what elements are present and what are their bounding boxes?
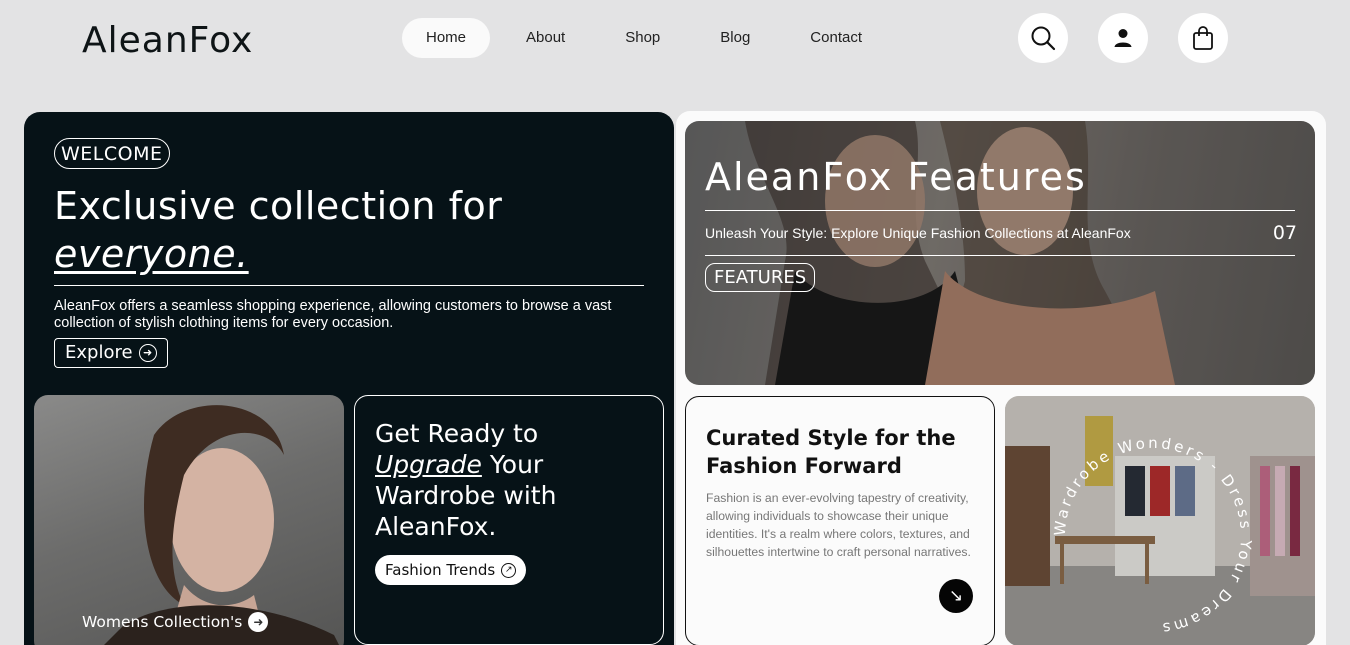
upgrade-line4: AleanFox.	[375, 512, 497, 541]
hero-title: Exclusive collection for everyone.	[54, 182, 502, 278]
upgrade-wardrobe-card: Get Ready to Upgrade Your Wardrobe with …	[354, 395, 664, 645]
brand-logo[interactable]: AleanFox	[82, 20, 253, 61]
cart-button[interactable]	[1178, 13, 1228, 63]
features-divider-bottom	[705, 255, 1295, 256]
search-icon	[1031, 26, 1056, 51]
explore-button[interactable]: Explore ➜	[54, 338, 168, 368]
curated-style-card: Curated Style for the Fashion Forward Fa…	[685, 396, 995, 645]
upgrade-line3: Wardrobe with	[375, 481, 557, 510]
user-icon	[1114, 29, 1132, 47]
arrow-right-icon[interactable]: ➜	[248, 612, 269, 632]
shopping-bag-icon	[1193, 26, 1213, 50]
woman-portrait-image	[104, 405, 339, 645]
upgrade-highlight: Upgrade	[375, 450, 482, 479]
hero-title-line1: Exclusive collection for	[54, 184, 503, 228]
upgrade-line1: Get Ready to	[375, 419, 539, 448]
store-interior-card[interactable]: Wardrobe Wonders - Dress Your Dreams	[1005, 396, 1315, 645]
arrow-down-right-icon[interactable]: ↘	[939, 579, 973, 613]
womens-collection-label-row: Womens Collection's ➜	[82, 612, 269, 632]
nav-blog[interactable]: Blog	[696, 18, 774, 58]
hero-title-highlight: everyone.	[54, 232, 249, 276]
curated-description: Fashion is an ever-evolving tapestry of …	[706, 491, 971, 559]
features-title: AleanFox Features	[705, 155, 1087, 199]
womens-collection-card[interactable]: Womens Collection's ➜	[34, 395, 344, 645]
explore-label: Explore	[65, 342, 133, 363]
arrow-up-right-icon: ↗	[501, 562, 517, 578]
hero-description: AleanFox offers a seamless shopping expe…	[54, 298, 612, 331]
hero-divider	[54, 285, 644, 286]
right-panel: AleanFox Features Unleash Your Style: Ex…	[676, 111, 1326, 645]
circular-text-badge: Wardrobe Wonders - Dress Your Dreams	[1051, 434, 1255, 638]
features-subtitle: Unleash Your Style: Explore Unique Fashi…	[705, 225, 1131, 241]
fashion-trends-label: Fashion Trends	[385, 561, 496, 579]
account-button[interactable]	[1098, 13, 1148, 63]
womens-collection-label: Womens Collection's	[82, 613, 243, 631]
circular-text: Wardrobe Wonders - Dress Your Dreams	[1051, 434, 1252, 638]
features-banner[interactable]: AleanFox Features Unleash Your Style: Ex…	[685, 121, 1315, 385]
features-divider-top	[705, 210, 1295, 211]
svg-text:Wardrobe Wonders - Dress Your: Wardrobe Wonders - Dress Your Dreams	[1051, 434, 1255, 638]
hero-panel: WELCOME Exclusive collection for everyon…	[24, 112, 674, 645]
features-number: 07	[1272, 222, 1297, 244]
curated-title: Curated Style for the Fashion Forward	[706, 426, 956, 478]
fashion-trends-button[interactable]: Fashion Trends ↗	[375, 555, 527, 585]
nav-about[interactable]: About	[502, 18, 589, 58]
nav-home[interactable]: Home	[402, 18, 491, 58]
nav-shop[interactable]: Shop	[601, 18, 684, 58]
main-nav: Home About Shop Blog Contact	[402, 18, 898, 58]
nav-contact[interactable]: Contact	[786, 18, 886, 58]
upgrade-title: Get Ready to Upgrade Your Wardrobe with …	[375, 418, 635, 542]
arrow-right-icon: ➜	[138, 343, 157, 362]
features-badge[interactable]: FEATURES	[705, 263, 816, 292]
upgrade-line2: Your	[481, 450, 544, 479]
welcome-badge: WELCOME	[54, 138, 170, 169]
search-button[interactable]	[1018, 13, 1068, 63]
